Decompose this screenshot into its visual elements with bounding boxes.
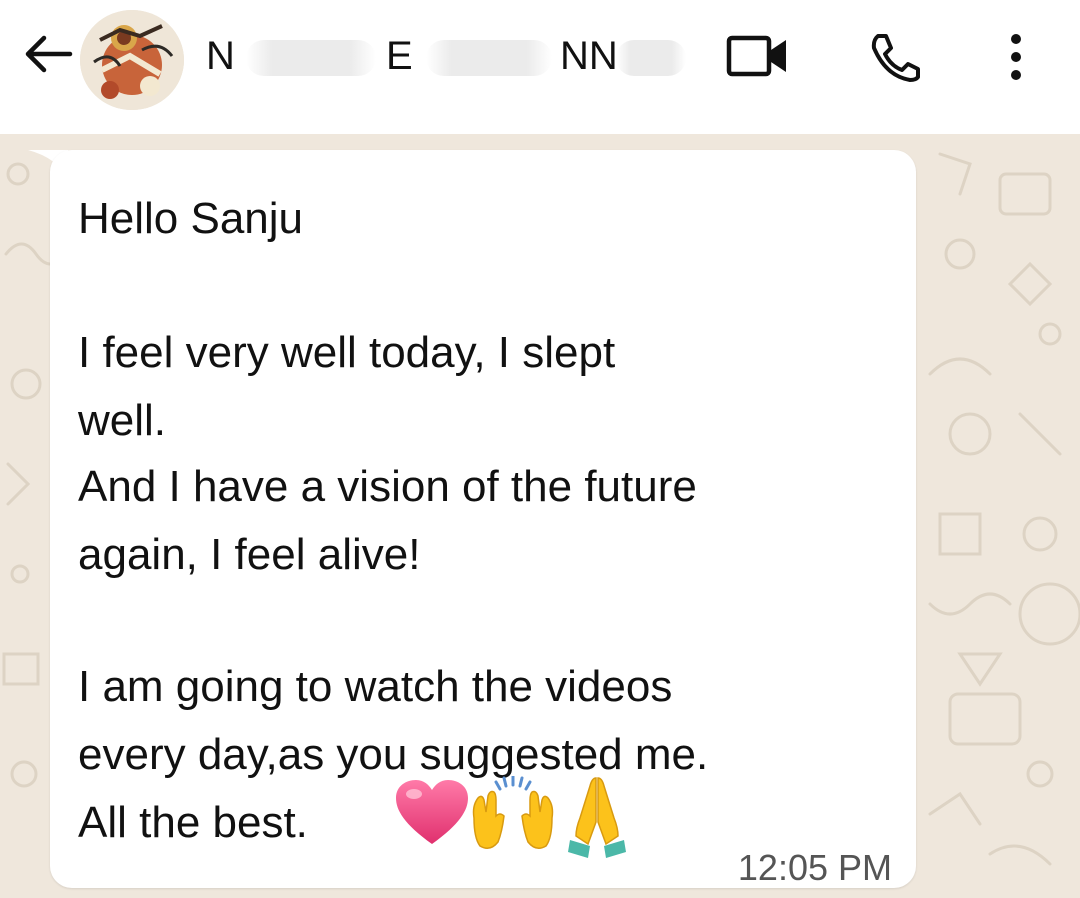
video-call-button[interactable]: [726, 34, 790, 83]
voice-call-icon: [871, 34, 920, 82]
message-timestamp: 12:05 PM: [737, 847, 892, 888]
redacted-name-blur: [616, 40, 686, 76]
more-options-button[interactable]: [1006, 32, 1026, 87]
redacted-name-blur: [246, 40, 376, 76]
message-bubble[interactable]: Hello Sanju I feel very well today, I sl…: [50, 150, 916, 888]
back-arrow-icon: [25, 35, 73, 73]
redacted-name-blur: [426, 40, 552, 76]
message-line: And I have a vision of the future: [78, 462, 697, 511]
contact-name-part-3[interactable]: NN: [560, 30, 618, 82]
message-line: All the best.: [78, 798, 308, 847]
chat-area[interactable]: Hello Sanju I feel very well today, I sl…: [0, 134, 1080, 898]
message-line: I feel very well today, I slept: [78, 328, 616, 377]
contact-name-part-2[interactable]: E: [386, 30, 413, 82]
heart-emoji: [396, 780, 468, 844]
message-line: I am going to watch the videos: [78, 662, 673, 711]
back-button[interactable]: [22, 34, 74, 74]
contact-name-part-1[interactable]: N: [206, 30, 235, 82]
voice-call-button[interactable]: [866, 32, 922, 87]
message-line: again, I feel alive!: [78, 530, 421, 579]
chat-header: N E NN: [0, 0, 1080, 134]
contact-avatar[interactable]: [80, 10, 184, 110]
raising-hands-emoji: [472, 776, 554, 849]
folded-hands-emoji: [568, 777, 626, 858]
avatar-image: [80, 10, 184, 110]
more-options-icon: [1011, 34, 1021, 80]
message-line: well.: [78, 396, 167, 445]
message-line: Hello Sanju: [78, 194, 304, 243]
video-call-icon: [726, 35, 786, 77]
